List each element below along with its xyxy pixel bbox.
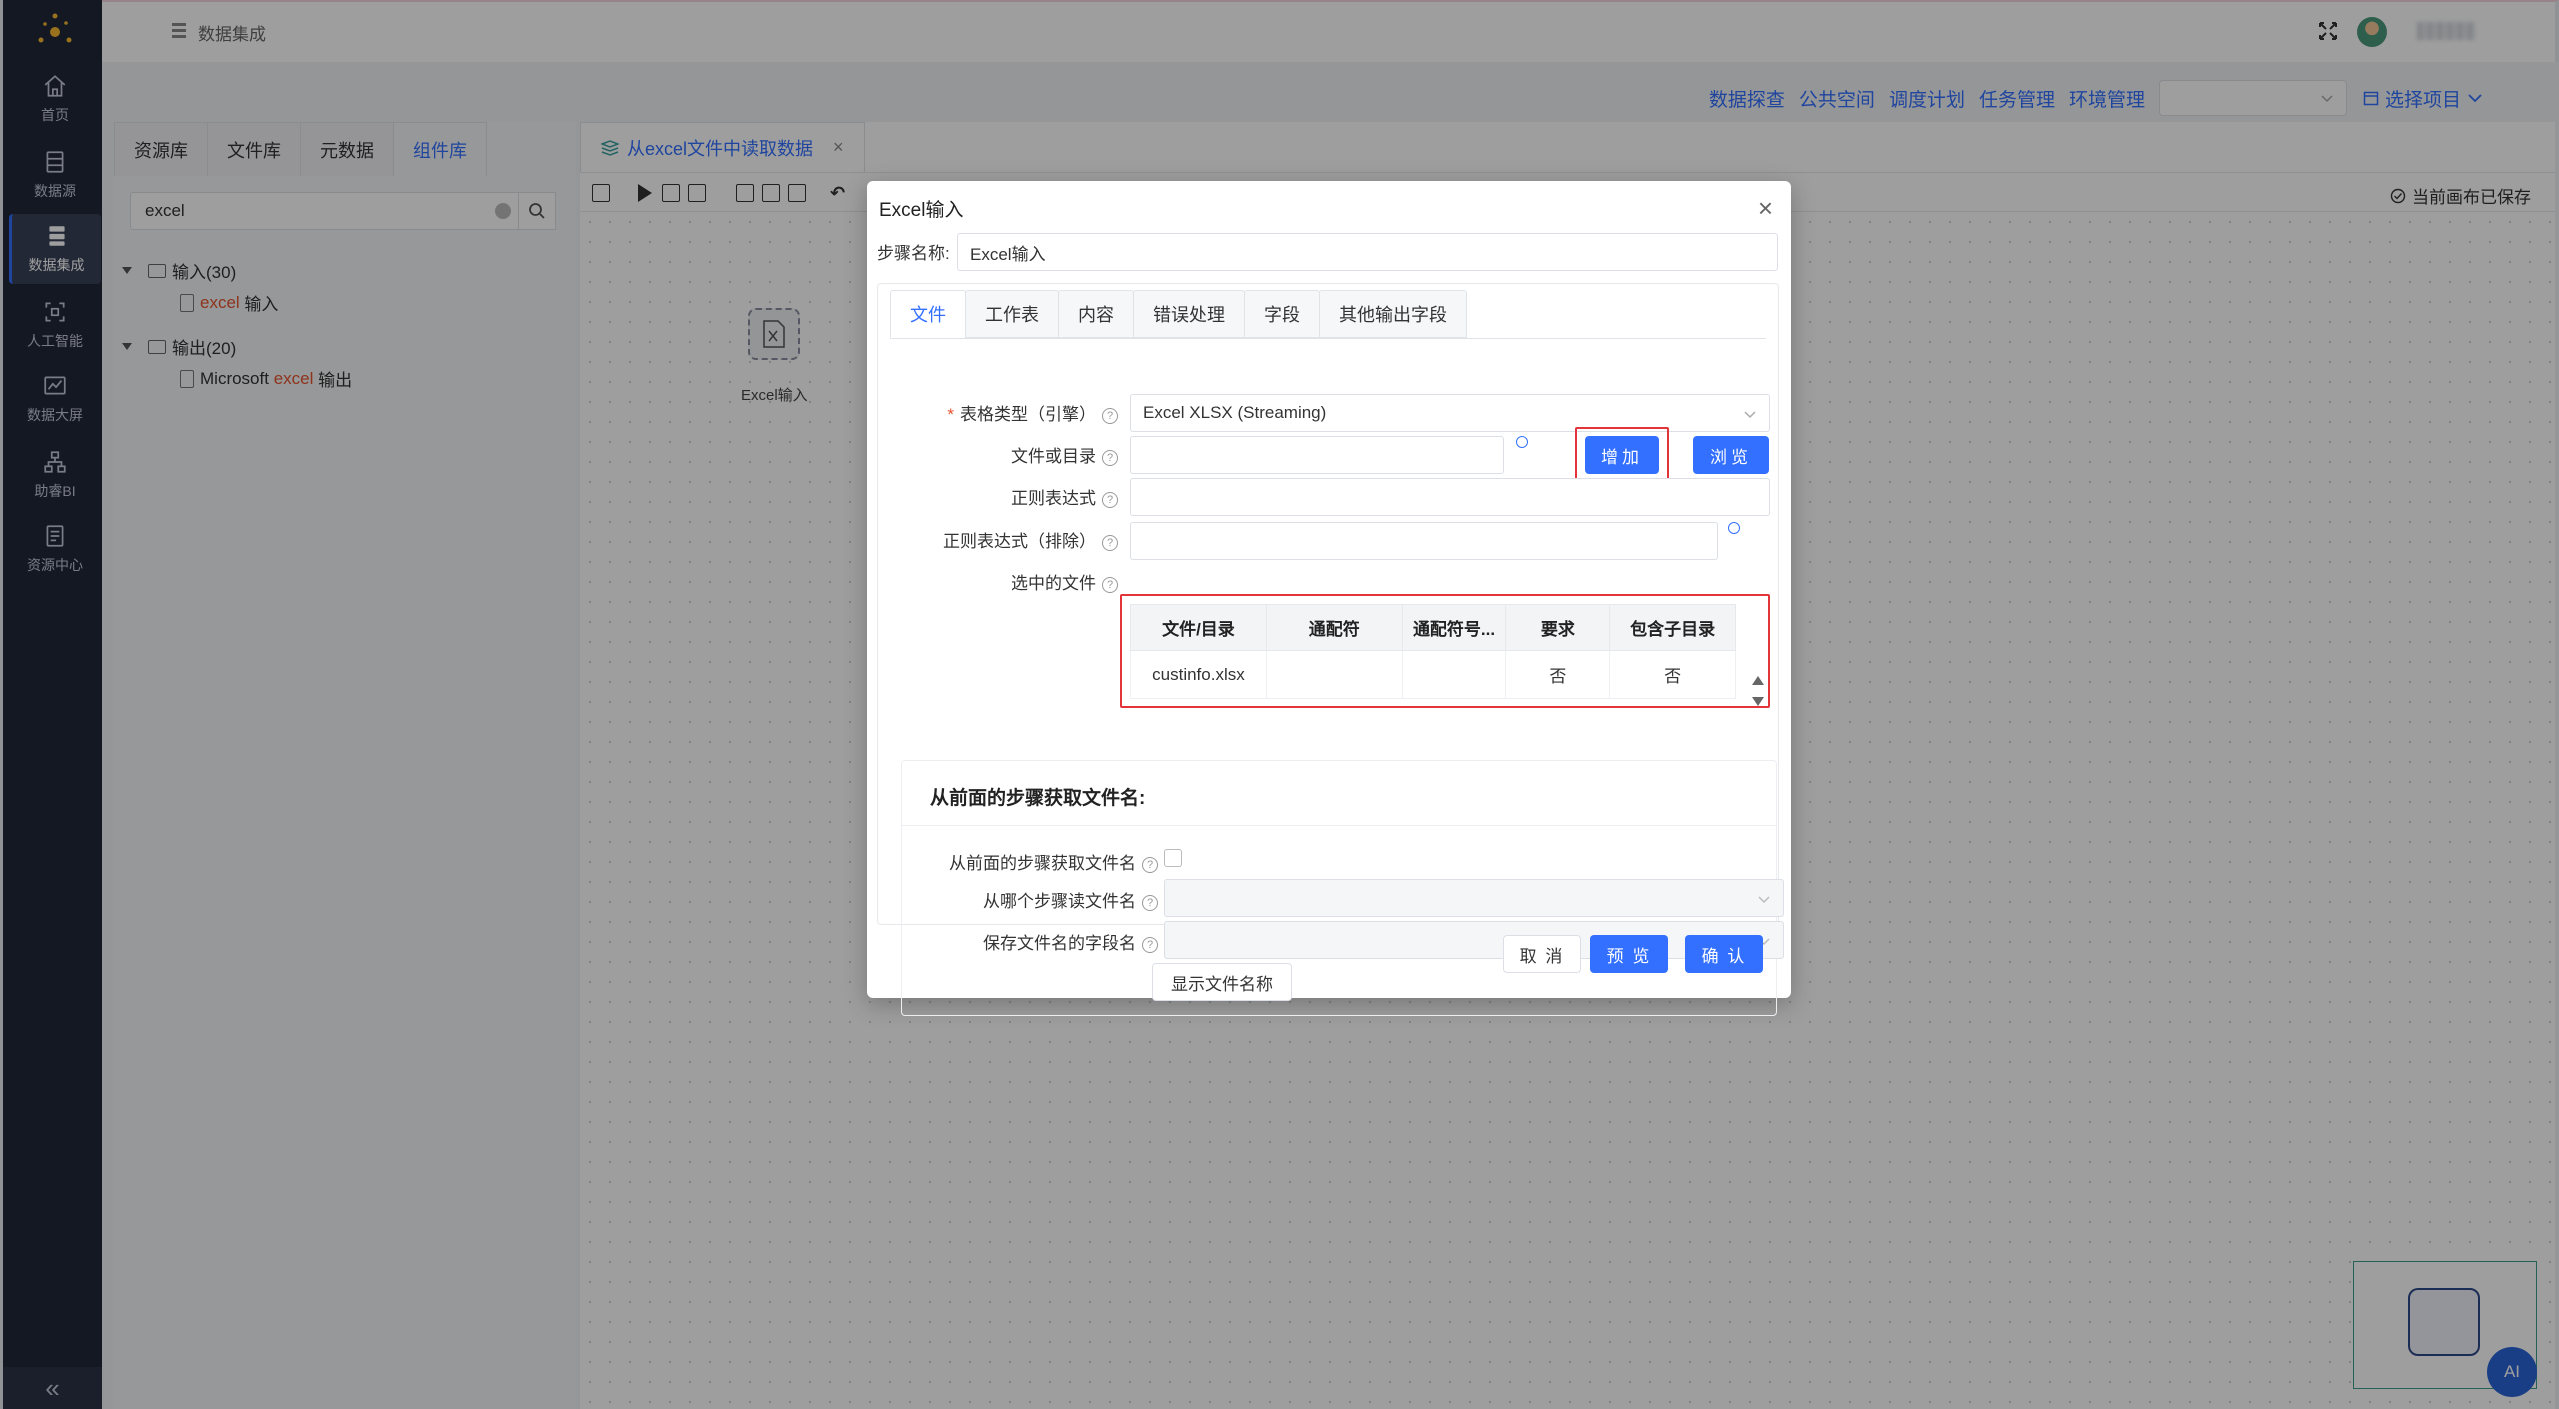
chevron-down-icon (1744, 411, 1756, 419)
help-icon[interactable]: ? (1102, 492, 1118, 508)
regex-exclude-input[interactable] (1130, 522, 1718, 560)
filename-field-label-text: 保存文件名的字段名 (983, 934, 1136, 953)
cancel-button[interactable]: 取 消 (1503, 935, 1581, 973)
selected-files-table: 文件/目录 通配符 通配符号... 要求 包含子目录 custinfo.xlsx… (1130, 604, 1736, 699)
sheet-type-value: Excel XLSX (Streaming) (1143, 403, 1327, 422)
filename-field-label: 保存文件名的字段名? (912, 929, 1158, 954)
cell-include-subdirs[interactable]: 否 (1609, 650, 1736, 699)
file-or-dir-label-text: 文件或目录 (1011, 447, 1096, 466)
col-wildcard-exclude: 通配符号... (1401, 604, 1507, 651)
from-prev-step-label: 从前面的步骤获取文件名? (912, 849, 1158, 874)
cell-wildcard[interactable] (1265, 650, 1403, 699)
regex-input[interactable] (1130, 478, 1770, 516)
selected-files-label: 选中的文件? (918, 569, 1118, 594)
help-icon[interactable]: ? (1102, 577, 1118, 593)
tab-fields[interactable]: 字段 (1244, 290, 1320, 338)
file-or-dir-label: 文件或目录? (918, 442, 1118, 467)
show-filenames-button[interactable]: 显示文件名称 (1152, 963, 1292, 1001)
which-step-select[interactable] (1164, 879, 1784, 917)
info-icon[interactable] (1516, 436, 1528, 448)
from-prev-step-checkbox[interactable] (1164, 849, 1182, 867)
table-header-row: 文件/目录 通配符 通配符号... 要求 包含子目录 (1130, 604, 1736, 651)
section-divider (902, 825, 1776, 826)
file-or-dir-input[interactable] (1130, 436, 1504, 474)
tab-error-handling[interactable]: 错误处理 (1133, 290, 1245, 338)
tab-other-output-fields[interactable]: 其他输出字段 (1319, 290, 1467, 338)
add-button[interactable]: 增加 (1585, 436, 1659, 474)
help-icon[interactable]: ? (1142, 937, 1158, 953)
tab-worksheet[interactable]: 工作表 (965, 290, 1059, 338)
col-required: 要求 (1505, 604, 1611, 651)
scroll-down-icon[interactable] (1752, 697, 1764, 706)
col-file-dir: 文件/目录 (1130, 604, 1267, 651)
close-icon[interactable]: × (1758, 195, 1773, 221)
dialog-title: Excel输入 (879, 200, 964, 221)
section-title: 从前面的步骤获取文件名: (930, 788, 1146, 809)
dialog-body: 文件 工作表 内容 错误处理 字段 其他输出字段 * 表格类型（引擎）? Exce… (877, 283, 1784, 1016)
tab-divider (890, 338, 1766, 339)
step-name-input[interactable]: Excel输入 (957, 233, 1778, 271)
step-name-label: 步骤名称: (877, 244, 950, 263)
sheet-type-label: * 表格类型（引擎）? (918, 400, 1118, 425)
cell-required[interactable]: 否 (1505, 650, 1611, 699)
from-prev-step-label-text: 从前面的步骤获取文件名 (949, 854, 1136, 873)
regex-label-text: 正则表达式 (1011, 489, 1096, 508)
table-scroll-arrows (1752, 676, 1764, 706)
table-row[interactable]: custinfo.xlsx 否 否 (1130, 650, 1736, 699)
required-mark: * (947, 405, 954, 424)
info-icon[interactable] (1728, 522, 1740, 534)
selected-files-label-text: 选中的文件 (1011, 574, 1096, 593)
cell-file-dir[interactable]: custinfo.xlsx (1130, 650, 1267, 699)
help-icon[interactable]: ? (1102, 408, 1118, 424)
which-step-label-text: 从哪个步骤读文件名 (983, 892, 1136, 911)
col-wildcard: 通配符 (1265, 604, 1403, 651)
help-icon[interactable]: ? (1142, 857, 1158, 873)
confirm-button[interactable]: 确 认 (1685, 935, 1763, 973)
regex-label: 正则表达式? (918, 484, 1118, 509)
scroll-up-icon[interactable] (1752, 676, 1764, 685)
sheet-type-select[interactable]: Excel XLSX (Streaming) (1130, 394, 1770, 432)
help-icon[interactable]: ? (1102, 535, 1118, 551)
help-icon[interactable]: ? (1142, 895, 1158, 911)
browse-button[interactable]: 浏览 (1693, 436, 1769, 474)
sheet-type-label-text: 表格类型（引擎） (960, 405, 1096, 424)
col-include-subdirs: 包含子目录 (1609, 604, 1736, 651)
which-step-label: 从哪个步骤读文件名? (912, 887, 1158, 912)
regex-exclude-label-text: 正则表达式（排除） (943, 532, 1096, 551)
preview-button[interactable]: 预 览 (1590, 935, 1668, 973)
help-icon[interactable]: ? (1102, 450, 1118, 466)
excel-input-dialog: Excel输入 × 步骤名称: Excel输入 文件 工作表 内容 错误处理 字… (867, 181, 1791, 1016)
dialog-tabs: 文件 工作表 内容 错误处理 字段 其他输出字段 (890, 290, 1467, 338)
tab-file[interactable]: 文件 (890, 290, 966, 338)
step-name-value: Excel输入 (970, 244, 1046, 264)
chevron-down-icon (1758, 896, 1770, 904)
prev-step-section: 从前面的步骤获取文件名: 从前面的步骤获取文件名? 从哪个步骤读文件名? 保存文… (901, 760, 1784, 1016)
regex-exclude-label: 正则表达式（排除）? (898, 527, 1118, 552)
tab-content[interactable]: 内容 (1058, 290, 1134, 338)
cell-wildcard-exclude[interactable] (1401, 650, 1507, 699)
